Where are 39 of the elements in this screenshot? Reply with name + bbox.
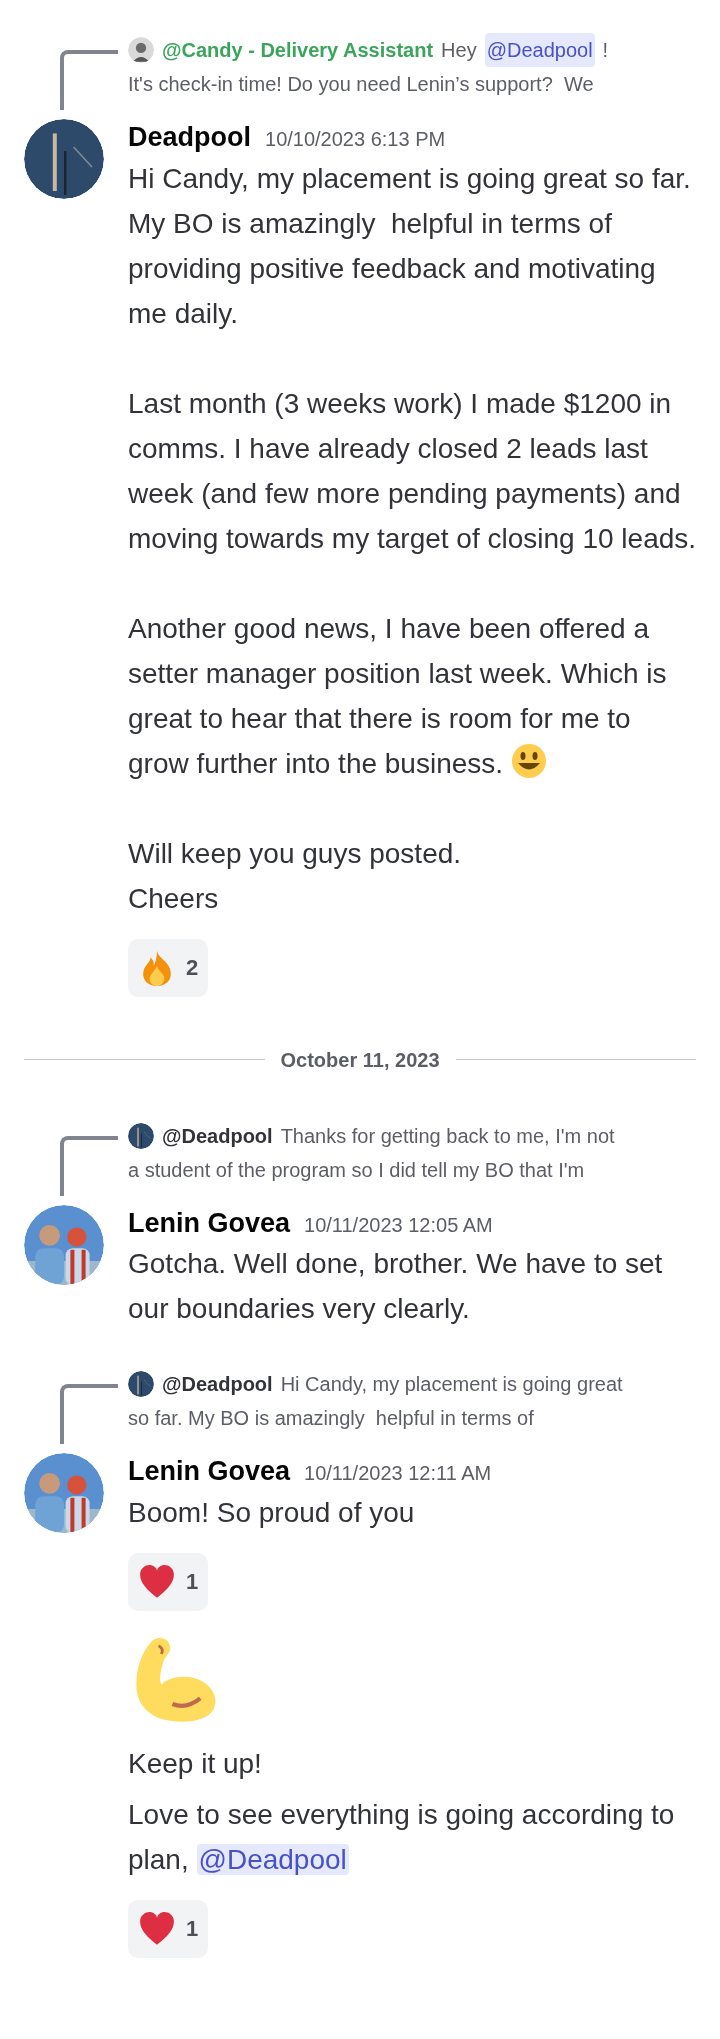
timestamp: 10/11/2023 12:11 AM (304, 1461, 492, 1486)
reply-text: Hey (441, 38, 477, 63)
author-name[interactable]: Deadpool (128, 117, 251, 158)
message-text: Last month (3 weeks work) I made $1200 in comms. I have already closed 2 leads last week (and few more pending payments) and moving towards my target of closing 10 leads. (128, 386, 698, 556)
reply-text: so far. My BO is amazingly helpful in terms of (128, 1406, 535, 1431)
author-name[interactable]: Lenin Govea (128, 1451, 291, 1492)
reply-author[interactable]: @Deadpool (162, 1367, 273, 1401)
avatar[interactable] (128, 37, 154, 63)
avatar[interactable] (128, 1371, 154, 1397)
reply-text: Hi Candy, my placement is going great (280, 1372, 623, 1397)
reply-text: It's check-in time! Do you need Lenin’s support? We (128, 72, 595, 97)
message-text: Gotcha. Well done, brother. We have to set our boundaries very clearly. (128, 1247, 664, 1326)
date-divider: October 11, 2023 (280, 1047, 440, 1073)
message-text: Another good news, I have been offered a setter manager position last week. Which is great to hear that there is room for me to grow further into the business. (128, 611, 668, 781)
reaction-button[interactable]: 2 (128, 938, 209, 997)
avatar[interactable] (128, 1122, 154, 1149)
user-mention[interactable]: @Deadpool (196, 1843, 349, 1875)
reply-connector (60, 1384, 118, 1444)
reply-connector (60, 50, 118, 110)
message-text: Boom! So proud of you (128, 1495, 416, 1530)
avatar[interactable] (24, 1204, 104, 1285)
message-text: Will keep you guys posted. Cheers (128, 836, 463, 916)
smiley-face-icon (510, 742, 547, 779)
message-text: Keep it up! (128, 1746, 263, 1781)
reply-text: ! (602, 38, 609, 63)
reply-text: a student of the program so I did tell my BO that I'm (128, 1157, 586, 1183)
message-text: Love to see everything is going according to plan, @Deadpool (128, 1797, 676, 1877)
author-name[interactable]: Lenin Govea (128, 1202, 291, 1243)
avatar[interactable] (24, 1453, 104, 1533)
message-text: Hi Candy, my placement is going great so far. My BO is amazingly helpful in terms of providing positive feedback and motivating me daily. (128, 161, 692, 331)
avatar[interactable] (24, 119, 104, 199)
reaction-button[interactable]: 1 (128, 1899, 209, 1958)
timestamp: 10/11/2023 12:05 AM (304, 1212, 493, 1238)
timestamp: 10/10/2023 6:13 PM (265, 127, 446, 152)
reply-text: Thanks for getting back to me, I'm not (280, 1123, 615, 1149)
user-mention[interactable]: @Deadpool (484, 33, 595, 67)
reply-connector (60, 1135, 118, 1196)
reply-author[interactable]: @Deadpool (162, 1118, 273, 1153)
reaction-button[interactable]: 1 (128, 1552, 209, 1611)
